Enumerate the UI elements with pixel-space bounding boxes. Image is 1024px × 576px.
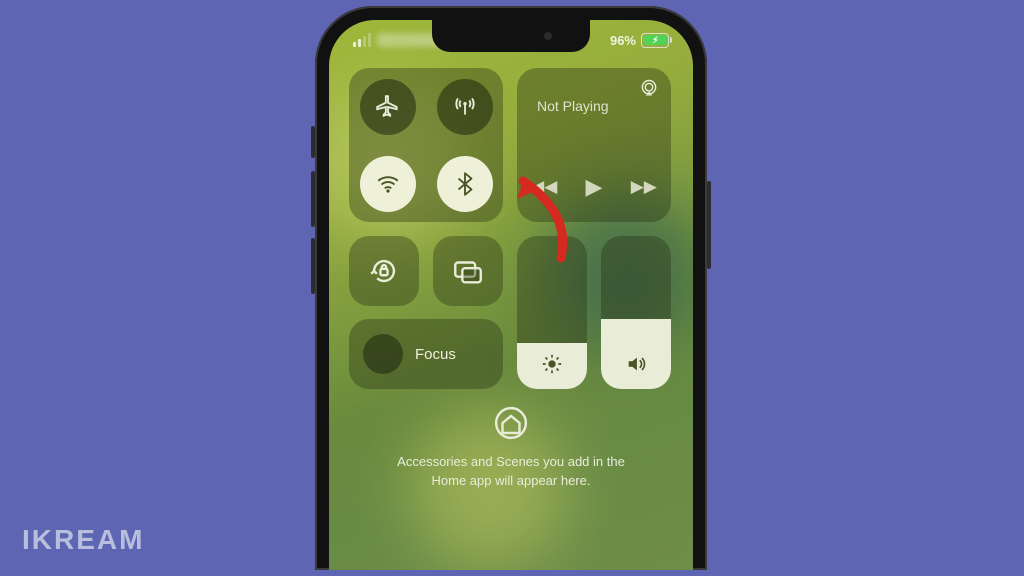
home-section: Accessories and Scenes you add in the Ho… xyxy=(349,406,673,491)
home-message-line2: Home app will appear here. xyxy=(432,473,591,488)
speaker-icon xyxy=(601,353,671,375)
orientation-lock-icon xyxy=(367,254,401,288)
watermark: IKREAM xyxy=(22,524,144,556)
moon-icon xyxy=(363,334,403,374)
battery-percentage: 96% xyxy=(610,33,636,48)
wifi-toggle[interactable] xyxy=(360,156,416,212)
cellular-signal-icon xyxy=(353,33,371,47)
brightness-icon xyxy=(517,353,587,375)
volume-down-button[interactable] xyxy=(311,238,315,294)
charging-bolt-icon: ⚡︎ xyxy=(652,36,658,45)
phone-frame: 96% ⚡︎ xyxy=(315,6,707,570)
cellular-antenna-icon xyxy=(452,94,478,120)
battery-icon: ⚡︎ xyxy=(641,33,669,48)
connectivity-tile[interactable] xyxy=(349,68,503,222)
screen: 96% ⚡︎ xyxy=(329,20,693,570)
airplay-icon[interactable] xyxy=(639,78,659,103)
cellular-data-toggle[interactable] xyxy=(437,79,493,135)
focus-label: Focus xyxy=(415,346,456,363)
previous-track-button[interactable]: ◀◀ xyxy=(531,177,557,197)
orientation-lock-toggle[interactable] xyxy=(349,236,419,306)
bluetooth-toggle[interactable] xyxy=(437,156,493,212)
brightness-slider[interactable] xyxy=(517,236,587,389)
screen-mirroring-icon xyxy=(451,254,485,288)
home-icon xyxy=(494,406,528,440)
volume-slider[interactable] xyxy=(601,236,671,389)
mute-switch[interactable] xyxy=(311,126,315,158)
home-message-line1: Accessories and Scenes you add in the xyxy=(397,454,625,469)
bluetooth-icon xyxy=(452,171,478,197)
airplane-mode-toggle[interactable] xyxy=(360,79,416,135)
next-track-button[interactable]: ▶▶ xyxy=(631,177,657,197)
airplane-icon xyxy=(375,94,401,120)
volume-up-button[interactable] xyxy=(311,171,315,227)
media-tile[interactable]: Not Playing ◀◀ ▶ ▶▶ xyxy=(517,68,671,222)
power-button[interactable] xyxy=(707,181,711,269)
wifi-icon xyxy=(375,171,401,197)
notch xyxy=(432,20,590,52)
focus-button[interactable]: Focus xyxy=(349,319,503,389)
control-center: Not Playing ◀◀ ▶ ▶▶ xyxy=(349,68,673,570)
play-button[interactable]: ▶ xyxy=(586,174,603,200)
screen-mirroring-button[interactable] xyxy=(433,236,503,306)
